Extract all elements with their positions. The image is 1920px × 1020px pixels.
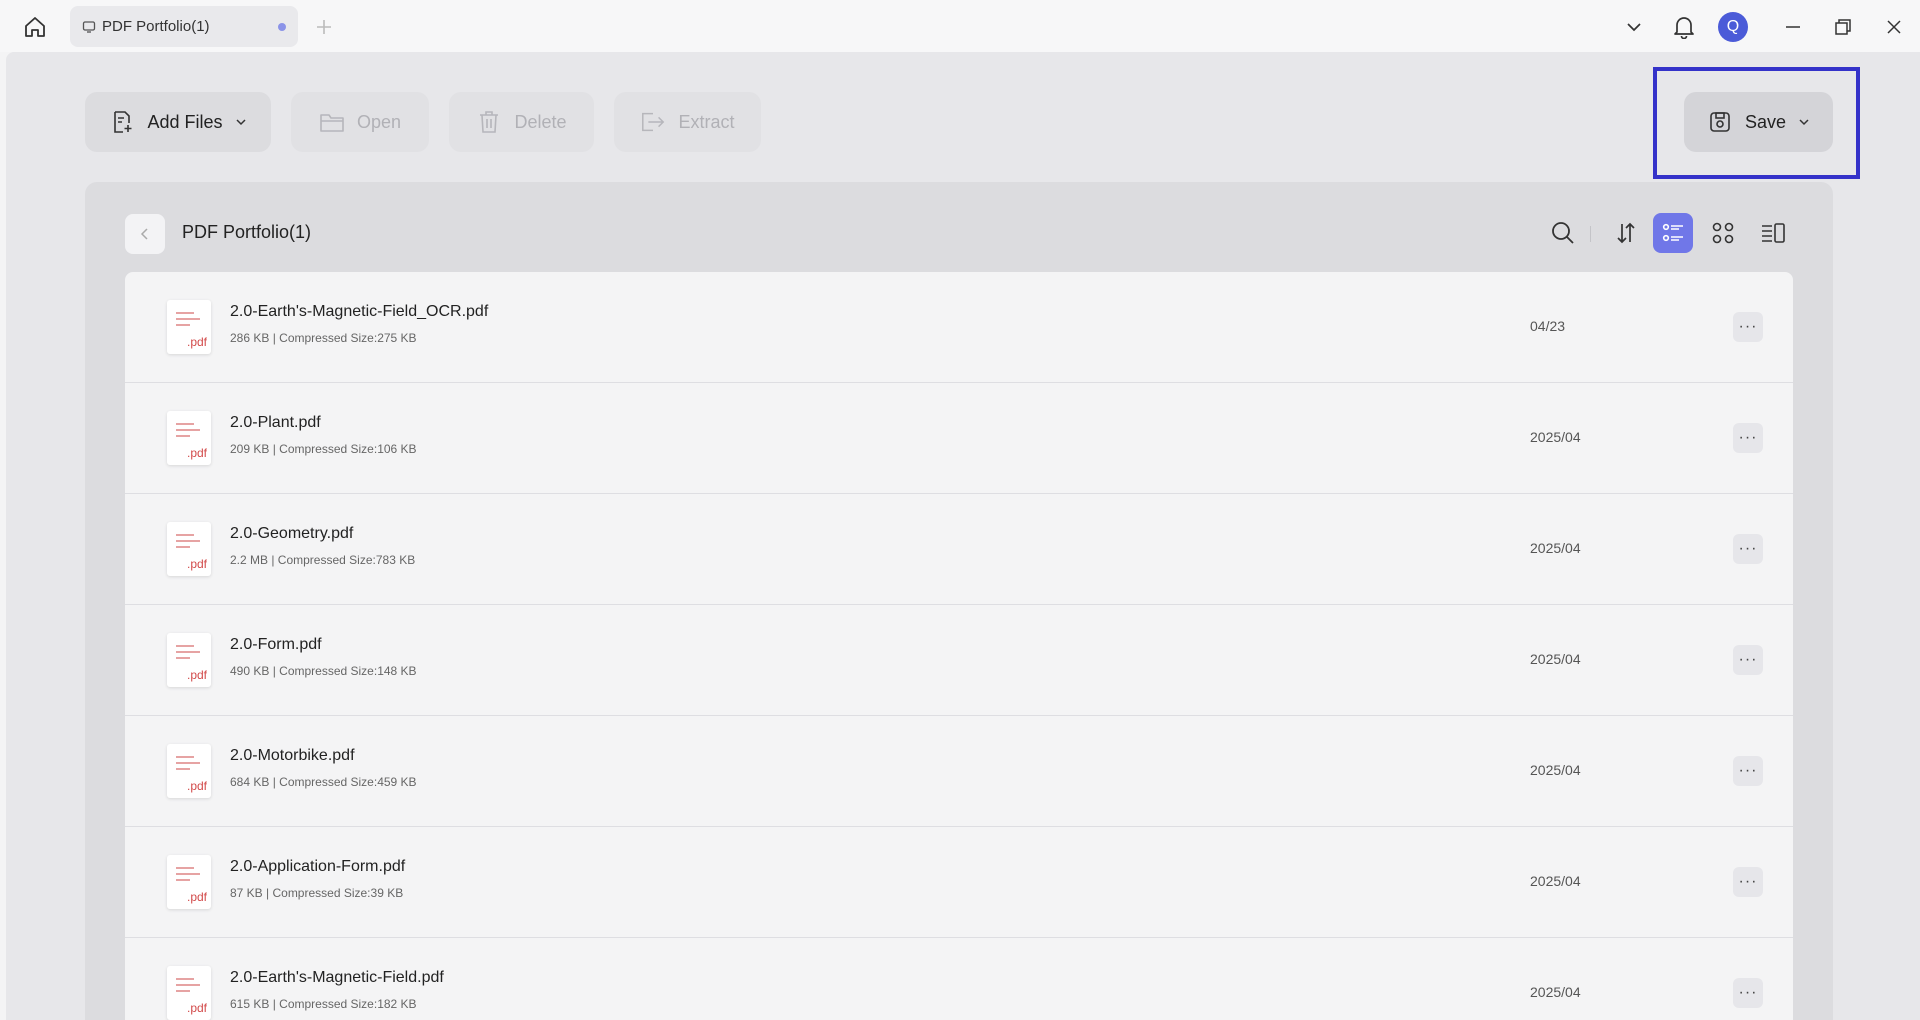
file-date: 04/23 — [1530, 318, 1566, 334]
file-name: 2.0-Geometry.pdf — [230, 525, 354, 542]
back-button[interactable] — [125, 214, 165, 254]
file-date: 2025/04 — [1530, 762, 1581, 778]
file-row[interactable]: .pdf 2.0-Earth's-Magnetic-Field_OCR.pdf … — [125, 272, 1793, 383]
file-name: 2.0-Plant.pdf — [230, 414, 321, 431]
file-list: .pdf 2.0-Earth's-Magnetic-Field_OCR.pdf … — [125, 272, 1793, 1020]
tab-label: PDF Portfolio(1) — [102, 18, 210, 35]
more-options-icon[interactable]: ··· — [1733, 867, 1763, 897]
more-options-icon[interactable]: ··· — [1733, 312, 1763, 342]
trash-icon — [476, 109, 502, 135]
chevron-down-icon[interactable] — [1619, 12, 1649, 42]
panel-title: PDF Portfolio(1) — [182, 222, 312, 242]
file-size: 490 KB | Compressed Size:148 KB — [230, 664, 417, 678]
file-row[interactable]: .pdf 2.0-Plant.pdf 209 KB | Compressed S… — [125, 383, 1793, 494]
pdf-file-icon: .pdf — [167, 411, 211, 465]
grid-view-icon[interactable] — [1703, 213, 1743, 253]
file-date: 2025/04 — [1530, 873, 1581, 889]
add-file-icon — [109, 109, 135, 135]
sort-icon[interactable] — [1606, 213, 1646, 253]
save-label: Save — [1744, 111, 1787, 132]
bell-icon[interactable] — [1669, 12, 1699, 42]
more-options-icon[interactable]: ··· — [1733, 423, 1763, 453]
extract-icon — [640, 109, 666, 135]
home-icon[interactable] — [20, 14, 50, 40]
file-date: 2025/04 — [1530, 540, 1581, 556]
more-options-icon[interactable]: ··· — [1733, 756, 1763, 786]
portfolio-tab-icon — [80, 18, 98, 36]
chevron-down-icon — [1798, 112, 1810, 133]
avatar-letter: Q — [1718, 12, 1748, 42]
new-tab-plus-icon[interactable] — [310, 13, 338, 41]
file-row[interactable]: .pdf 2.0-Motorbike.pdf 684 KB | Compress… — [125, 716, 1793, 827]
file-date: 2025/04 — [1530, 651, 1581, 667]
title-bar: PDF Portfolio(1) Q — [0, 0, 1920, 52]
file-row[interactable]: .pdf 2.0-Earth's-Magnetic-Field.pdf 615 … — [125, 938, 1793, 1020]
open-button[interactable]: Open — [291, 92, 429, 152]
restore-icon[interactable] — [1828, 12, 1858, 42]
app-area: Add Files Open Delete Extract Save PDF P… — [6, 52, 1920, 1020]
extract-label: Extract — [678, 111, 735, 132]
file-row[interactable]: .pdf 2.0-Application-Form.pdf 87 KB | Co… — [125, 827, 1793, 938]
pdf-file-icon: .pdf — [167, 633, 211, 687]
more-options-icon[interactable]: ··· — [1733, 645, 1763, 675]
file-size: 2.2 MB | Compressed Size:783 KB — [230, 553, 416, 567]
file-name: 2.0-Motorbike.pdf — [230, 747, 355, 764]
open-label: Open — [356, 111, 402, 132]
more-options-icon[interactable]: ··· — [1733, 534, 1763, 564]
delete-label: Delete — [514, 111, 567, 132]
file-date: 2025/04 — [1530, 984, 1581, 1000]
save-icon — [1707, 109, 1733, 135]
chevron-down-icon — [235, 112, 247, 133]
more-options-icon[interactable]: ··· — [1733, 978, 1763, 1008]
file-size: 684 KB | Compressed Size:459 KB — [230, 775, 417, 789]
file-name: 2.0-Earth's-Magnetic-Field_OCR.pdf — [230, 303, 489, 320]
file-name: 2.0-Form.pdf — [230, 636, 322, 653]
search-icon[interactable] — [1543, 213, 1583, 253]
pdf-file-icon: .pdf — [167, 855, 211, 909]
delete-button[interactable]: Delete — [449, 92, 594, 152]
file-name: 2.0-Application-Form.pdf — [230, 858, 406, 875]
pdf-file-icon: .pdf — [167, 744, 211, 798]
add-files-label: Add Files — [147, 111, 223, 132]
file-size: 209 KB | Compressed Size:106 KB — [230, 442, 417, 456]
file-date: 2025/04 — [1530, 429, 1581, 445]
add-files-button[interactable]: Add Files — [85, 92, 271, 152]
portfolio-panel: PDF Portfolio(1) .pdf 2.0-Earth's-Magnet… — [85, 182, 1833, 1020]
unsaved-dot-icon — [278, 23, 286, 31]
pdf-file-icon: .pdf — [167, 522, 211, 576]
pdf-file-icon: .pdf — [167, 966, 211, 1020]
toolbar-divider — [1590, 226, 1591, 242]
list-view-icon[interactable] — [1653, 213, 1693, 253]
tab-pdf-portfolio[interactable]: PDF Portfolio(1) — [70, 6, 298, 47]
file-size: 87 KB | Compressed Size:39 KB — [230, 886, 404, 900]
save-button[interactable]: Save — [1684, 92, 1833, 152]
file-size: 615 KB | Compressed Size:182 KB — [230, 997, 417, 1011]
extract-button[interactable]: Extract — [614, 92, 761, 152]
file-size: 286 KB | Compressed Size:275 KB — [230, 331, 417, 345]
minimize-icon[interactable] — [1778, 12, 1808, 42]
pdf-file-icon: .pdf — [167, 300, 211, 354]
file-name: 2.0-Earth's-Magnetic-Field.pdf — [230, 969, 444, 986]
close-icon[interactable] — [1879, 12, 1909, 42]
folder-icon — [319, 109, 345, 135]
details-panel-icon[interactable] — [1753, 213, 1793, 253]
file-row[interactable]: .pdf 2.0-Geometry.pdf 2.2 MB | Compresse… — [125, 494, 1793, 605]
user-avatar[interactable]: Q — [1718, 12, 1748, 42]
chevron-left-icon — [140, 228, 148, 240]
file-row[interactable]: .pdf 2.0-Form.pdf 490 KB | Compressed Si… — [125, 605, 1793, 716]
